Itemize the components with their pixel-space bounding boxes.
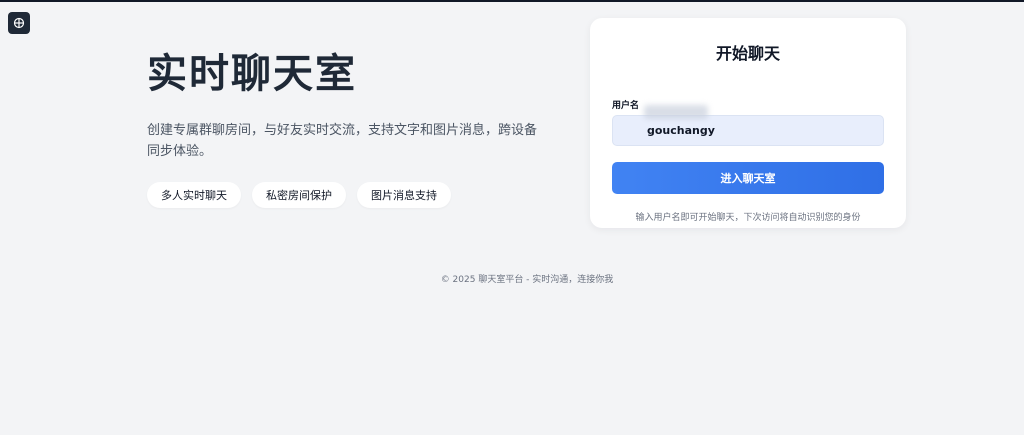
card-hint: 输入用户名即可开始聊天，下次访问将自动识别您的身份 (635, 213, 861, 223)
window-top-border (0, 0, 1024, 2)
username-blur-overlay (644, 105, 708, 119)
username-input[interactable] (612, 115, 884, 146)
card-title: 开始聊天 (715, 44, 780, 63)
feature-list: 多人实时聊天 私密房间保护 图片消息支持 (147, 182, 547, 208)
feature-pill-private-room: 私密房间保护 (252, 182, 346, 208)
app-icon[interactable] (8, 12, 30, 34)
hero-description: 创建专属群聊房间，与好友实时交流，支持文字和图片消息，跨设备同步体验。 (147, 123, 538, 159)
login-card: 开始聊天 用户名 进入聊天室 输入用户名即可开始聊天，下次访问将自动识别您的身份 (590, 18, 906, 228)
hero-section: 实时聊天室 创建专属群聊房间，与好友实时交流，支持文字和图片消息，跨设备同步体验… (147, 52, 547, 208)
footer: © 2025 聊天室平台 - 实时沟通，连接你我 (440, 275, 614, 285)
app-glyph-icon (13, 17, 25, 29)
enter-chat-button[interactable]: 进入聊天室 (612, 162, 884, 194)
feature-pill-image-message: 图片消息支持 (357, 182, 451, 208)
feature-pill-multi-chat: 多人实时聊天 (147, 182, 241, 208)
username-label: 用户名 (612, 101, 640, 111)
hero-title: 实时聊天室 (147, 51, 357, 97)
